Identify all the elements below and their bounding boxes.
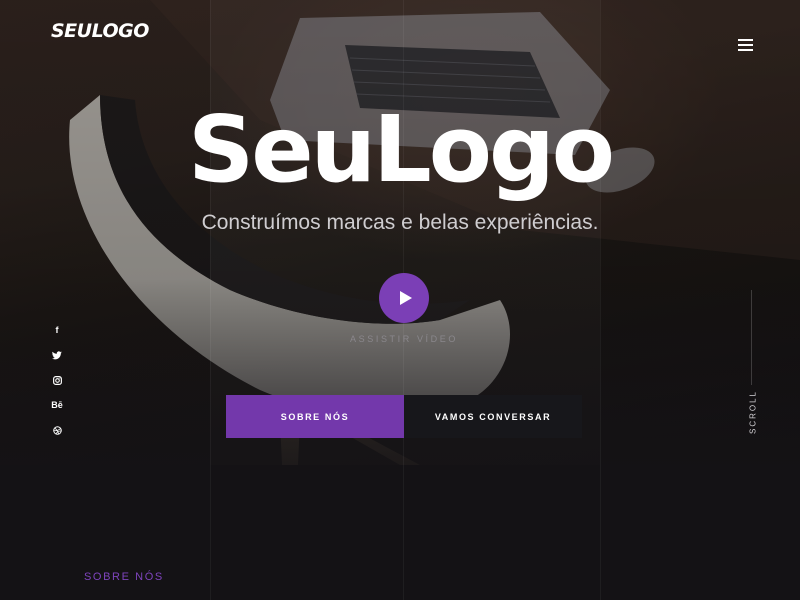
- site-logo[interactable]: SEULOGO: [51, 20, 149, 42]
- watch-video-label[interactable]: ASSISTIR VÍDEO: [0, 334, 800, 344]
- play-icon: [399, 291, 412, 305]
- lets-talk-button[interactable]: VAMOS CONVERSAR: [404, 395, 582, 438]
- play-video-button[interactable]: [379, 273, 429, 323]
- about-us-button[interactable]: SOBRE NÓS: [226, 395, 404, 438]
- about-section-label: SOBRE NÓS: [84, 571, 164, 583]
- hero-subtitle: Construímos marcas e belas experiências.: [201, 211, 599, 234]
- grid-line: [210, 0, 211, 600]
- social-links: f Bē: [48, 322, 66, 447]
- behance-icon[interactable]: Bē: [48, 397, 66, 414]
- dribbble-glyph: [52, 426, 62, 435]
- twitter-icon[interactable]: [48, 347, 66, 364]
- scroll-indicator[interactable]: SCROLL: [749, 390, 758, 434]
- grid-line: [600, 0, 601, 600]
- hamburger-icon[interactable]: [736, 36, 756, 52]
- facebook-icon[interactable]: f: [48, 322, 66, 339]
- twitter-bird-shape: [52, 351, 62, 360]
- instagram-glyph: [52, 376, 62, 385]
- hero-title: SeuLogo: [187, 96, 615, 203]
- dribbble-icon[interactable]: [48, 422, 66, 439]
- instagram-icon[interactable]: [48, 372, 66, 389]
- behance-glyph: Bē: [51, 400, 63, 410]
- facebook-glyph: f: [55, 325, 59, 335]
- scroll-line: [751, 290, 752, 385]
